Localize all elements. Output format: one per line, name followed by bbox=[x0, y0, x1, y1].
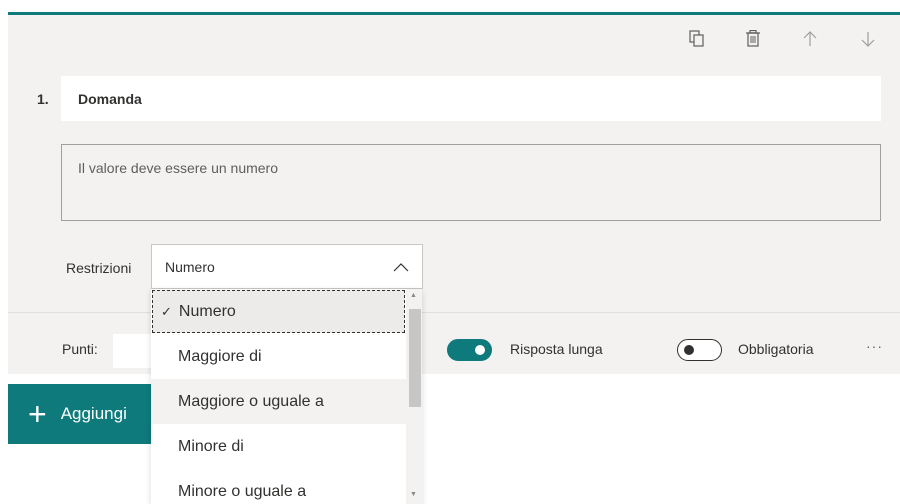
option-label: Minore o uguale a bbox=[178, 482, 307, 500]
restrictions-dropdown: ✓ Numero Maggiore di Maggiore o uguale a… bbox=[151, 289, 422, 504]
dropdown-option-maggiore-uguale[interactable]: Maggiore o uguale a bbox=[151, 379, 406, 424]
dropdown-option-maggiore-di[interactable]: Maggiore di bbox=[151, 334, 406, 379]
answer-placeholder: Il valore deve essere un numero bbox=[78, 160, 278, 176]
question-title: Domanda bbox=[78, 90, 142, 107]
dropdown-option-minore-uguale[interactable]: Minore o uguale a bbox=[151, 469, 406, 504]
question-number: 1. bbox=[37, 91, 49, 107]
checkmark-icon: ✓ bbox=[161, 303, 172, 319]
restrictions-label: Restrizioni bbox=[66, 260, 132, 276]
restrictions-select[interactable]: Numero bbox=[151, 244, 423, 289]
more-options-icon[interactable]: ··· bbox=[866, 338, 883, 354]
add-button-label: Aggiungi bbox=[60, 404, 127, 423]
option-label: Maggiore di bbox=[178, 347, 262, 365]
long-answer-toggle[interactable] bbox=[447, 339, 492, 361]
toggle-knob bbox=[475, 345, 485, 355]
dropdown-option-numero[interactable]: ✓ Numero bbox=[152, 290, 405, 333]
scroll-thumb[interactable] bbox=[409, 309, 421, 407]
scroll-down-icon[interactable]: ▼ bbox=[410, 491, 417, 498]
question-title-field[interactable]: Domanda bbox=[61, 76, 881, 121]
dropdown-scrollbar[interactable]: ▲ ▼ bbox=[406, 289, 422, 504]
required-toggle[interactable] bbox=[677, 339, 722, 361]
plus-icon: + bbox=[28, 396, 47, 432]
option-label: Numero bbox=[178, 302, 236, 320]
long-answer-label: Risposta lunga bbox=[510, 341, 603, 357]
required-label: Obbligatoria bbox=[738, 341, 814, 357]
answer-field[interactable]: Il valore deve essere un numero bbox=[61, 144, 881, 221]
copy-icon[interactable] bbox=[686, 28, 708, 50]
divider bbox=[8, 312, 900, 313]
restrictions-selected-value: Numero bbox=[165, 258, 215, 275]
toggle-knob bbox=[684, 345, 694, 355]
option-label: Maggiore o uguale a bbox=[178, 392, 324, 410]
chevron-up-icon bbox=[393, 259, 409, 275]
dropdown-option-minore-di[interactable]: Minore di bbox=[151, 424, 406, 469]
scroll-up-icon[interactable]: ▲ bbox=[410, 292, 417, 299]
add-question-button[interactable]: + Aggiungi bbox=[8, 384, 168, 444]
arrow-down-icon[interactable] bbox=[857, 28, 879, 50]
option-label: Minore di bbox=[178, 437, 244, 455]
points-label: Punti: bbox=[62, 341, 98, 357]
arrow-up-icon[interactable] bbox=[799, 28, 821, 50]
delete-icon[interactable] bbox=[742, 28, 764, 50]
